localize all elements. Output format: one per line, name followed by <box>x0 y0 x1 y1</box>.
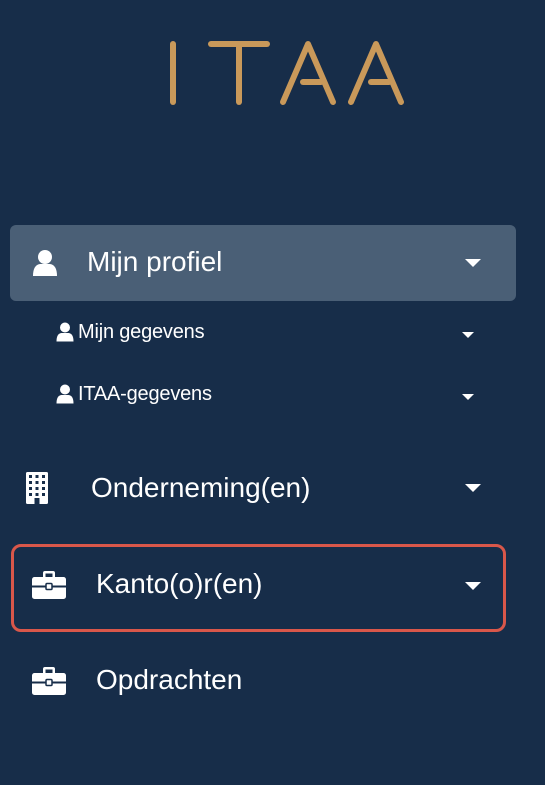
nav-subitem-mijn-gegevens[interactable]: Mijn gegevens <box>56 311 496 355</box>
user-icon <box>56 322 74 342</box>
nav-item-label: Kanto(o)r(en) <box>96 568 263 599</box>
user-icon <box>56 384 74 404</box>
building-icon <box>26 472 48 504</box>
page-edge <box>545 0 558 785</box>
chevron-down-icon[interactable] <box>462 394 474 400</box>
nav-item-label: Mijn profiel <box>87 246 223 277</box>
nav-item-mijn-profiel[interactable]: Mijn profiel <box>10 225 516 301</box>
nav-item-ondernemingen[interactable]: Onderneming(en) <box>10 450 516 526</box>
nav-subitem-label: ITAA-gegevens <box>78 383 212 405</box>
nav-item-label: Onderneming(en) <box>91 472 311 503</box>
nav-item-kantoren[interactable]: Kanto(o)r(en) <box>10 548 516 624</box>
itaa-logo[interactable] <box>163 38 413 108</box>
chevron-down-icon[interactable] <box>462 332 474 338</box>
chevron-down-icon[interactable] <box>465 582 481 590</box>
chevron-down-icon[interactable] <box>465 484 481 492</box>
sidebar-nav: Mijn profiel Mijn gegevens ITAA-gegevens <box>0 0 545 785</box>
nav-subitem-itaa-gegevens[interactable]: ITAA-gegevens <box>56 373 496 417</box>
nav-subitem-label: Mijn gegevens <box>78 321 205 343</box>
briefcase-icon <box>32 667 66 695</box>
briefcase-icon <box>32 571 66 599</box>
nav-item-opdrachten[interactable]: Opdrachten <box>10 644 516 720</box>
chevron-down-icon[interactable] <box>465 259 481 267</box>
user-icon <box>32 249 58 277</box>
nav-item-label: Opdrachten <box>96 664 243 695</box>
itaa-logo-mark <box>170 41 404 105</box>
